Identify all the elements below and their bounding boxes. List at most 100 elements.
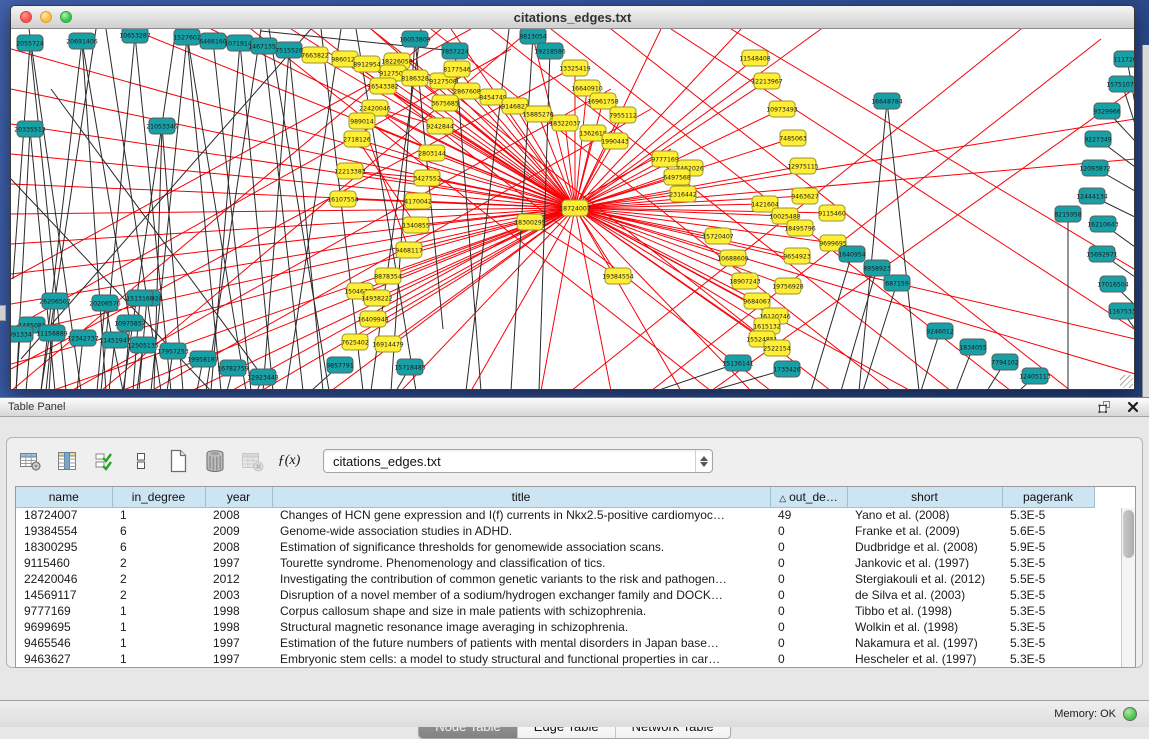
table-settings-button[interactable] (15, 447, 45, 475)
graph-node[interactable]: 16053809 (399, 31, 431, 47)
graph-node[interactable]: 16210643 (1087, 216, 1119, 232)
table-row[interactable]: 977716911998Corpus callosum shape and si… (16, 603, 1094, 619)
graph-node[interactable]: 391334 (11, 326, 33, 342)
graph-node[interactable]: 7625402 (341, 334, 369, 350)
graph-node[interactable]: 2316442 (669, 186, 697, 202)
graph-node-hub[interactable]: 18724007 (559, 200, 591, 216)
graph-node[interactable]: 7515526 (275, 42, 303, 58)
table-scrollbar-thumb[interactable] (1123, 510, 1134, 558)
graph-node[interactable]: 16409948 (357, 311, 389, 327)
graph-node[interactable]: 10653287 (119, 29, 151, 43)
graph-node[interactable]: 19218586 (534, 43, 566, 59)
row-height-button[interactable] (126, 447, 156, 475)
graph-node[interactable]: 17957253 (157, 343, 189, 359)
graph-node[interactable]: 16543382 (367, 78, 399, 94)
graph-node[interactable]: 12505135 (127, 337, 159, 353)
table-row[interactable]: 1456911722003Disruption of a novel membe… (16, 587, 1094, 603)
table-row[interactable]: 946362711997Embryonic stem cells: a mode… (16, 651, 1094, 667)
graph-node[interactable]: 11548408 (739, 50, 771, 66)
graph-node[interactable]: 1640954 (838, 246, 866, 262)
graph-node[interactable]: 19958187 (187, 351, 219, 367)
graph-node[interactable]: 7794102 (991, 354, 1019, 370)
graph-node[interactable]: 2803144 (418, 145, 446, 161)
graph-node[interactable]: 7485063 (779, 130, 807, 146)
graph-node[interactable]: 15720407 (702, 228, 734, 244)
graph-node[interactable]: 3427552 (413, 170, 441, 186)
graph-node[interactable]: 9227349 (1084, 131, 1112, 147)
graph-node[interactable]: 1167533 (1108, 303, 1134, 319)
graph-node[interactable]: 13325419 (559, 60, 591, 76)
graph-node[interactable]: 1990443 (601, 133, 629, 149)
graph-node[interactable]: 6497568 (663, 169, 691, 185)
table-scrollbar[interactable] (1121, 508, 1135, 668)
network-window-titlebar[interactable]: citations_edges.txt (11, 6, 1134, 29)
graph-node[interactable]: 16914479 (372, 336, 404, 352)
graph-node[interactable]: 8878354 (374, 268, 402, 284)
column-header-out_de[interactable]: △out_de… (770, 487, 847, 507)
close-panel-icon[interactable] (1125, 399, 1141, 415)
graph-node[interactable]: 2718126 (343, 131, 371, 147)
graph-node[interactable]: 1733426 (773, 361, 801, 377)
graph-node[interactable]: 12444134 (1076, 188, 1108, 204)
network-canvas[interactable]: 7663822986012889129541822605891275051654… (11, 29, 1134, 389)
graph-node[interactable]: 7857224 (441, 43, 469, 59)
graph-node[interactable]: 14938222 (361, 290, 393, 306)
window-resize-grip[interactable] (1120, 375, 1133, 388)
graph-node[interactable]: 21053346 (146, 118, 178, 134)
graph-node[interactable]: 10973493 (766, 101, 798, 117)
graph-node[interactable]: 15718485 (394, 359, 426, 375)
graph-node[interactable]: 16107554 (327, 191, 359, 207)
graph-node[interactable]: 9115460 (818, 205, 846, 221)
graph-node[interactable]: 16782759 (217, 360, 249, 376)
graph-node[interactable]: 9468117 (395, 242, 423, 258)
graph-node[interactable]: 15692971 (1086, 246, 1118, 262)
graph-node[interactable]: 18495796 (784, 220, 816, 236)
graph-node[interactable]: 4170042 (404, 193, 432, 209)
table-row[interactable]: 969969511998Structural magnetic resonanc… (16, 619, 1094, 635)
zoom-window-button[interactable] (60, 11, 72, 23)
graph-node[interactable]: 12213383 (334, 163, 366, 179)
panel-collapse-handle[interactable] (0, 305, 6, 321)
graph-node[interactable]: 9329966 (1093, 103, 1121, 119)
citation-graph[interactable]: 7663822986012889129541822605891275051654… (11, 29, 1134, 389)
graph-node[interactable]: 9463627 (791, 188, 819, 204)
graph-node[interactable]: 2055724 (16, 35, 44, 51)
graph-node[interactable]: 9857791 (326, 357, 354, 373)
graph-node[interactable]: 8912954 (353, 56, 381, 72)
graph-node[interactable]: 20206576 (89, 295, 121, 311)
select-rows-checklist-button[interactable] (89, 447, 119, 475)
minimize-window-button[interactable] (40, 11, 52, 23)
graph-node[interactable]: 20335513 (14, 121, 46, 137)
graph-node[interactable]: 1340855 (402, 217, 430, 233)
graph-node[interactable]: 7955112 (609, 107, 637, 123)
graph-node[interactable]: 8813054 (519, 29, 547, 44)
graph-node[interactable]: 8186328 (401, 70, 429, 86)
graph-node[interactable]: 12975115 (787, 158, 819, 174)
graph-node[interactable]: 15751074 (1106, 76, 1134, 92)
graph-node[interactable]: 12342737 (67, 330, 99, 346)
graph-node[interactable]: 11156889 (36, 325, 68, 341)
graph-node[interactable]: 687159 (884, 275, 910, 291)
float-panel-icon[interactable] (1097, 399, 1113, 415)
graph-node[interactable]: 8177546 (443, 61, 471, 77)
select-column-button[interactable] (52, 447, 82, 475)
graph-node[interactable]: 18300295 (514, 214, 546, 230)
graph-node[interactable]: 12213967 (751, 73, 783, 89)
graph-node[interactable]: 9777169 (651, 151, 679, 167)
graph-node[interactable]: 3675685 (431, 95, 459, 111)
graph-node[interactable]: 20691406 (66, 33, 98, 49)
graph-node[interactable]: 9654923 (783, 248, 811, 264)
table-row[interactable]: 2242004622012Investigating the contribut… (16, 571, 1094, 587)
column-header-title[interactable]: title (272, 487, 770, 507)
graph-node[interactable]: 8215958 (1054, 206, 1082, 222)
graph-node[interactable]: 12923448 (247, 369, 279, 385)
table-row[interactable]: 1872400712008Changes of HCN gene express… (16, 507, 1094, 523)
graph-node[interactable]: 7663822 (301, 47, 329, 63)
column-header-short[interactable]: short (847, 487, 1002, 507)
table-selector-dropdown[interactable]: citations_edges.txt (323, 449, 713, 473)
graph-node[interactable]: 1117264 (1113, 51, 1134, 67)
graph-node[interactable]: 9246012 (926, 323, 954, 339)
graph-node[interactable]: 10975857 (114, 315, 146, 331)
column-header-pagerank[interactable]: pagerank (1002, 487, 1094, 507)
column-header-year[interactable]: year (205, 487, 272, 507)
